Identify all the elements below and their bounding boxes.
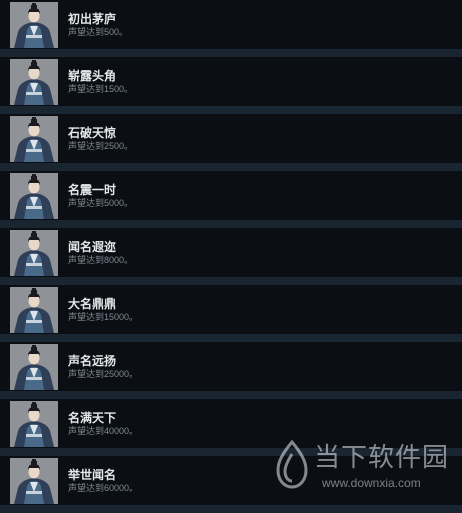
scholar-portrait-icon (10, 230, 58, 276)
scholar-portrait-icon (10, 401, 58, 447)
achievement-title: 大名鼎鼎 (68, 297, 117, 311)
achievement-description: 声望达到5000。 (68, 198, 134, 208)
achievement-title: 名震一时 (68, 183, 117, 197)
achievement-description: 声望达到60000。 (68, 483, 139, 493)
achievement-title: 石破天惊 (68, 126, 117, 140)
achievement-row: 崭露头角 声望达到1500。 (0, 57, 462, 106)
achievement-title: 闻名遐迩 (68, 240, 117, 254)
achievement-description: 声望达到2500。 (68, 141, 134, 151)
scholar-portrait-icon (10, 2, 58, 48)
watermark-name: 当下软件园 (314, 442, 450, 472)
scholar-portrait-icon (10, 344, 58, 390)
achievement-description: 声望达到25000。 (68, 369, 139, 379)
achievement-row: 声名远扬 声望达到25000。 (0, 342, 462, 391)
scholar-portrait-icon (10, 116, 58, 162)
achievement-list: 初出茅庐 声望达到500。 崭露头角 声望达到1500。 石破天惊 声望达到25… (0, 0, 462, 513)
watermark-url: www.downxia.com (322, 476, 421, 490)
achievement-row: 名震一时 声望达到5000。 (0, 171, 462, 220)
achievement-title: 举世闻名 (68, 468, 117, 482)
achievement-description: 声望达到1500。 (68, 84, 134, 94)
scholar-portrait-icon (10, 287, 58, 333)
achievement-description: 声望达到8000。 (68, 255, 134, 265)
achievement-row: 大名鼎鼎 声望达到15000。 (0, 285, 462, 334)
watermark: 当下软件园 www.downxia.com (274, 440, 448, 496)
achievement-title: 声名远扬 (68, 354, 117, 368)
downxia-logo-icon (276, 440, 308, 489)
achievement-description: 声望达到15000。 (68, 312, 139, 322)
achievement-title: 名满天下 (68, 411, 117, 425)
achievement-title: 初出茅庐 (68, 12, 117, 26)
scholar-portrait-icon (10, 173, 58, 219)
achievement-description: 声望达到500。 (68, 27, 129, 37)
achievement-row: 闻名遐迩 声望达到8000。 (0, 228, 462, 277)
scholar-portrait-icon (10, 59, 58, 105)
scholar-portrait-icon (10, 458, 58, 504)
achievement-description: 声望达到40000。 (68, 426, 139, 436)
achievement-row: 初出茅庐 声望达到500。 (0, 0, 462, 49)
achievement-row: 石破天惊 声望达到2500。 (0, 114, 462, 163)
achievement-title: 崭露头角 (68, 69, 117, 83)
